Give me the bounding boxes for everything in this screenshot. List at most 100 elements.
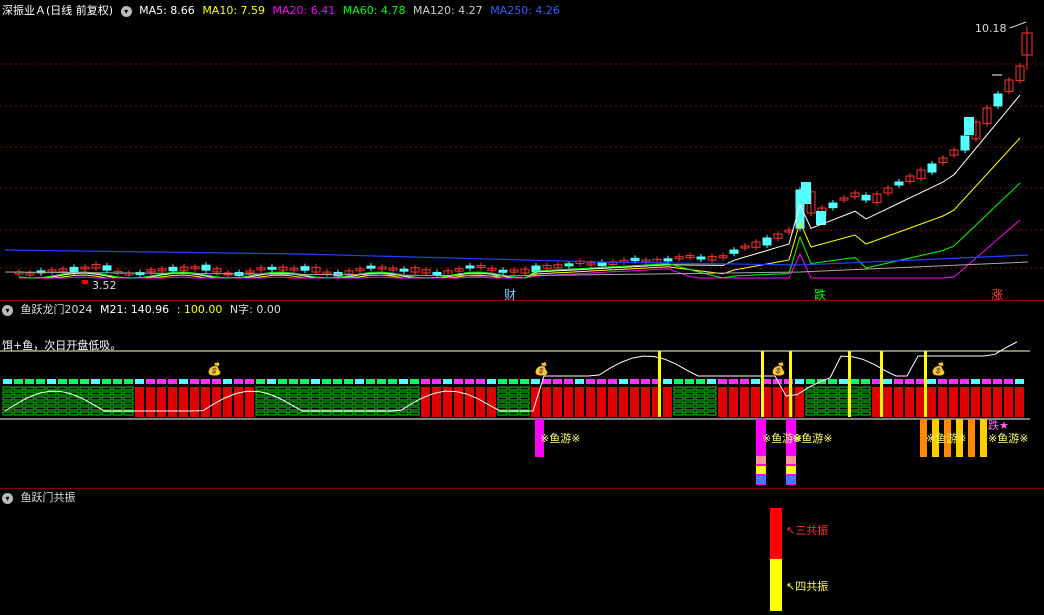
bar-block	[542, 387, 551, 417]
bar-block	[112, 391, 123, 396]
bar-block	[13, 411, 24, 416]
bar-block	[101, 401, 112, 406]
candle-body	[729, 249, 739, 254]
bar-block	[123, 396, 134, 401]
fish-seg	[786, 466, 796, 474]
bar-block	[168, 387, 177, 417]
bar-block	[288, 391, 299, 396]
candlestick-chart[interactable]	[0, 0, 1044, 300]
bar-top	[597, 379, 606, 384]
bar-block	[112, 396, 123, 401]
bar-block	[927, 387, 936, 417]
main-chart-panel: 深振业Ａ(日线 前复权) ▾ MA5: 8.66 MA10: 7.59 MA20…	[0, 0, 1044, 302]
bar-block	[57, 406, 68, 411]
bar-block	[740, 387, 749, 417]
bar-block	[949, 387, 958, 417]
bar-block	[684, 406, 695, 411]
bar-block	[101, 391, 112, 396]
bar-top	[718, 379, 727, 384]
bar-block	[288, 386, 299, 391]
signal-line	[658, 351, 661, 417]
bar-block	[365, 396, 376, 401]
signal-line	[924, 351, 927, 417]
bar-block	[916, 387, 925, 417]
bar-block	[255, 406, 266, 411]
bar-top	[36, 379, 45, 384]
bar-block	[883, 387, 892, 417]
bar-block	[673, 396, 684, 401]
bar-block	[343, 391, 354, 396]
bar-block	[860, 386, 871, 391]
money-bag-icon: 💰	[931, 362, 946, 376]
bar-block	[57, 411, 68, 416]
bar-block	[849, 386, 860, 391]
bar-block	[805, 406, 816, 411]
indicator2-title[interactable]: 鱼跃门共振	[21, 491, 76, 504]
bar-block	[816, 396, 827, 401]
bar-top	[322, 379, 331, 384]
bar-block	[201, 387, 210, 417]
bar-block	[343, 406, 354, 411]
bar-block	[24, 406, 35, 411]
bar-block	[894, 387, 903, 417]
bar-block	[376, 391, 387, 396]
bar-block	[387, 401, 398, 406]
chevron-down-icon[interactable]: ▾	[2, 492, 13, 504]
fish-seg	[756, 476, 766, 484]
indicator-chart[interactable]: 💰 💰 💰 💰※鱼游※ ※鱼游※※鱼游※ ※鱼游※ ※鱼游※跌★	[0, 301, 1044, 488]
bar-top	[476, 379, 485, 384]
bar-top	[179, 379, 188, 384]
bar-block	[310, 386, 321, 391]
bar-block	[46, 411, 57, 416]
candle-body	[993, 93, 1003, 107]
bar-block	[13, 396, 24, 401]
candle-body	[168, 266, 178, 272]
bar-block	[57, 386, 68, 391]
bar-block	[266, 401, 277, 406]
bar-block	[872, 387, 881, 417]
label-three-resonance: ↖三共振	[786, 522, 828, 538]
bar-block	[365, 391, 376, 396]
bar-block	[332, 411, 343, 416]
bar-block	[398, 396, 409, 401]
candle-body	[564, 263, 574, 267]
bar-block	[112, 386, 123, 391]
fish-bar	[968, 419, 975, 457]
candle-body	[102, 265, 112, 271]
bar-block	[35, 401, 46, 406]
bar-block	[519, 386, 530, 391]
bar-top	[443, 379, 452, 384]
candle-body	[300, 266, 310, 271]
bar-block	[398, 391, 409, 396]
bar-block	[354, 396, 365, 401]
bar-block	[695, 401, 706, 406]
bar-block	[387, 411, 398, 416]
bar-top	[729, 379, 738, 384]
bar-block	[79, 386, 90, 391]
indicator-panel-yuyue: ▾ 鱼跃龙门2024 M21: 140.96 : 100.00 N字: 0.00…	[0, 301, 1044, 488]
bar-block	[673, 406, 684, 411]
fish-label: ※鱼游※	[792, 431, 832, 445]
bar-block	[564, 387, 573, 417]
bar-block	[849, 411, 860, 416]
signal-line	[848, 351, 851, 417]
bar-block	[90, 386, 101, 391]
bar-block	[465, 387, 474, 417]
bar-block	[179, 387, 188, 417]
bar-block	[266, 406, 277, 411]
bar-top	[146, 379, 155, 384]
money-bag-icon: 💰	[771, 362, 786, 376]
bar-block	[409, 386, 420, 391]
bar-top	[3, 379, 12, 384]
bar-top	[685, 379, 694, 384]
bar-top	[740, 379, 749, 384]
bar-block	[827, 411, 838, 416]
fish-label: ※鱼游※	[988, 431, 1028, 445]
bar-block	[299, 391, 310, 396]
bar-top	[872, 379, 881, 384]
bar-block	[288, 411, 299, 416]
bar-block	[321, 386, 332, 391]
bar-top	[751, 379, 760, 384]
candle-body	[630, 257, 640, 262]
bar-block	[354, 391, 365, 396]
